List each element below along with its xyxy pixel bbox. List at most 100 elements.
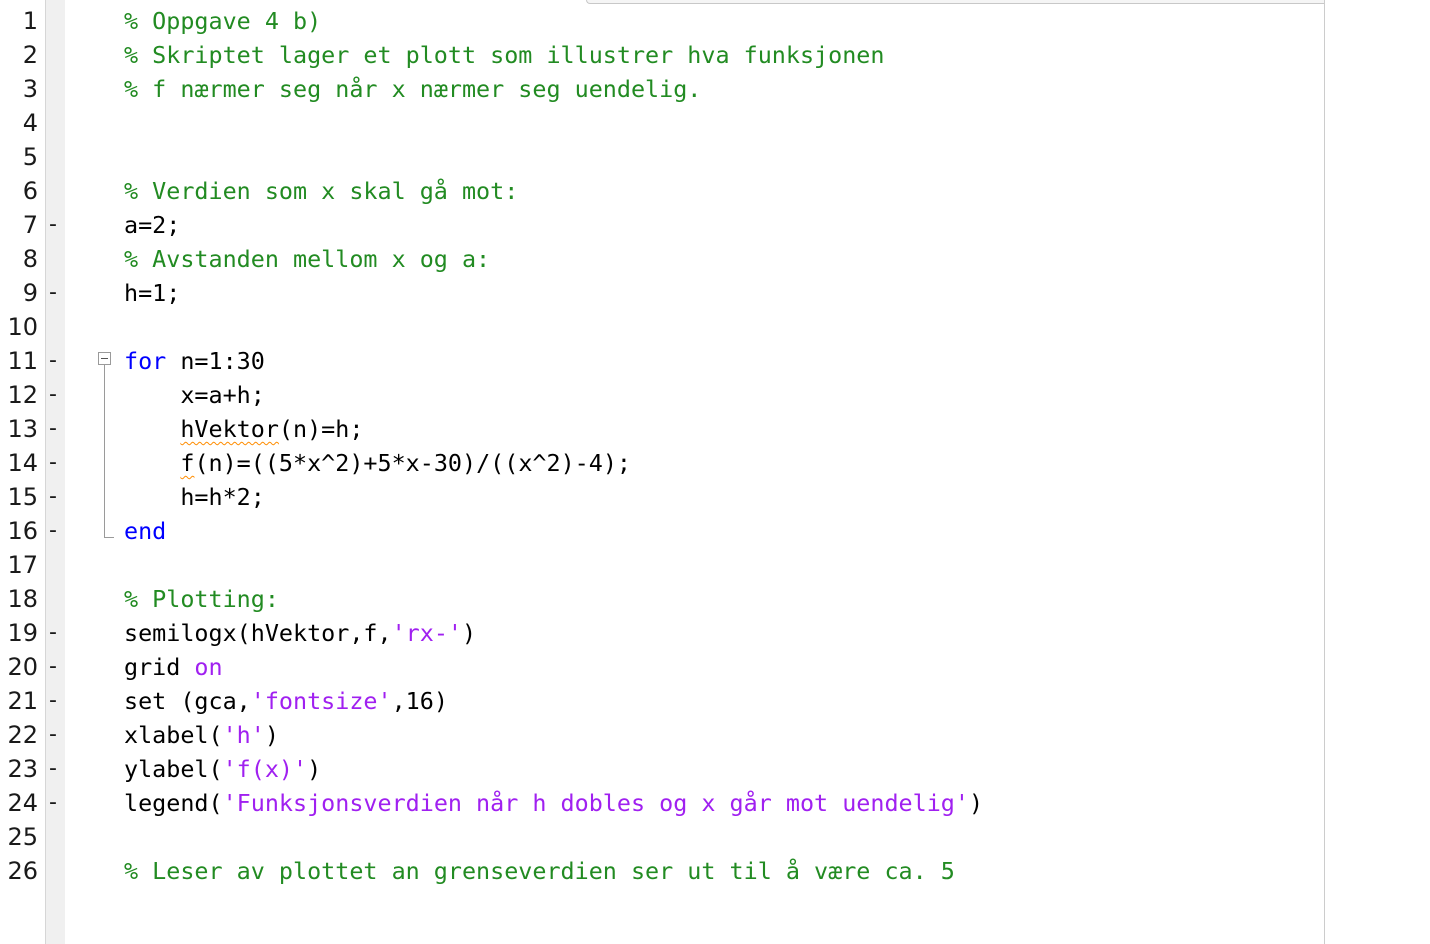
code-line[interactable]: 21- set (gca,'fontsize',16): [0, 684, 1324, 718]
code-text: f(n)=((5*x^2)+5*x-30)/((x^2)-4);: [124, 446, 631, 480]
code-token: (n)=h;: [278, 415, 364, 443]
code-line[interactable]: 6 % Verdien som x skal gå mot:: [0, 174, 1324, 208]
code-line[interactable]: 24- legend('Funksjonsverdien når h dobles…: [0, 786, 1324, 820]
breakpoint-marker[interactable]: -: [49, 208, 61, 242]
code-comment: % Leser av plottet an grenseverdien ser …: [124, 857, 955, 885]
code-text: xlabel('h'): [124, 718, 279, 752]
breakpoint-marker[interactable]: -: [49, 786, 61, 820]
code-string: 'fontsize': [250, 687, 392, 715]
code-line[interactable]: 14- f(n)=((5*x^2)+5*x-30)/((x^2)-4);: [0, 446, 1324, 480]
line-number: 9: [22, 279, 38, 307]
code-text: a=2;: [124, 208, 180, 242]
code-text: for n=1:30: [124, 344, 265, 378]
code-line[interactable]: 2 % Skriptet lager et plott som illustrer…: [0, 38, 1324, 72]
code-text: % Avstanden mellom x og a:: [124, 242, 490, 276]
code-comment: % Verdien som x skal gå mot:: [124, 177, 519, 205]
breakpoint-marker[interactable]: -: [49, 446, 61, 480]
code-token: xlabel(: [124, 721, 223, 749]
code-line[interactable]: 25: [0, 820, 1324, 854]
code-line[interactable]: 13- hVektor(n)=h;: [0, 412, 1324, 446]
code-token: ): [968, 789, 984, 817]
code-line[interactable]: 15- h=h*2;: [0, 480, 1324, 514]
code-line[interactable]: 8 % Avstanden mellom x og a:: [0, 242, 1324, 276]
breakpoint-marker[interactable]: -: [49, 718, 61, 752]
code-text: semilogx(hVektor,f,'rx-'): [124, 616, 476, 650]
code-editor[interactable]: 1 % Oppgave 4 b) 2 % Skriptet lager et plot…: [0, 0, 1430, 944]
line-number: 11: [7, 347, 38, 375]
code-token: (n)=((5*x^2)+5*x-30)/((x^2)-4);: [194, 449, 631, 477]
code-line[interactable]: 3 % f nærmer seg når x nærmer seg uendeli…: [0, 72, 1324, 106]
code-token: h=1;: [124, 279, 181, 307]
code-token: set (gca,: [124, 687, 251, 715]
line-number: 19: [7, 619, 38, 647]
code-text: % Verdien som x skal gå mot:: [124, 174, 518, 208]
code-line[interactable]: 4: [0, 106, 1324, 140]
code-text: ylabel('f(x)'): [124, 752, 321, 786]
breakpoint-marker[interactable]: -: [49, 276, 61, 310]
code-line[interactable]: 7- a=2;: [0, 208, 1324, 242]
code-line[interactable]: 10: [0, 310, 1324, 344]
line-number: 22: [7, 721, 38, 749]
code-token: ,16): [391, 687, 448, 715]
breakpoint-marker[interactable]: -: [49, 480, 61, 514]
line-number: 24: [7, 789, 38, 817]
code-line[interactable]: 22- xlabel('h'): [0, 718, 1324, 752]
line-number: 21: [7, 687, 38, 715]
code-line[interactable]: 12- x=a+h;: [0, 378, 1324, 412]
code-text: h=1;: [124, 276, 180, 310]
code-line[interactable]: 17: [0, 548, 1324, 582]
line-number: 12: [7, 381, 38, 409]
breakpoint-marker[interactable]: -: [49, 412, 61, 446]
line-number: 25: [7, 823, 38, 851]
line-number: 23: [7, 755, 38, 783]
breakpoint-marker[interactable]: -: [49, 514, 61, 548]
breakpoint-marker[interactable]: -: [49, 344, 61, 378]
line-number: 13: [7, 415, 38, 443]
code-line[interactable]: 19- semilogx(hVektor,f,'rx-'): [0, 616, 1324, 650]
line-number: 15: [7, 483, 38, 511]
line-number: 5: [22, 143, 38, 171]
code-line[interactable]: 26 % Leser av plottet an grenseverdien se…: [0, 854, 1324, 888]
breakpoint-marker[interactable]: -: [49, 378, 61, 412]
code-line[interactable]: 20- grid on: [0, 650, 1324, 684]
breakpoint-marker[interactable]: -: [49, 752, 61, 786]
code-string: 'Funksjonsverdien når h dobles og x går …: [222, 789, 969, 817]
code-keyword: end: [124, 517, 167, 545]
code-text: legend('Funksjonsverdien når h dobles og…: [124, 786, 983, 820]
code-text: % Oppgave 4 b): [124, 4, 321, 38]
line-number: 2: [22, 41, 38, 69]
code-comment: % Skriptet lager et plott som illustrer …: [124, 41, 885, 69]
code-text: end: [124, 514, 166, 548]
code-line[interactable]: 16- end: [0, 514, 1324, 548]
code-text: set (gca,'fontsize',16): [124, 684, 448, 718]
code-token: ): [264, 721, 279, 749]
code-text: grid on: [124, 650, 223, 684]
code-string: 'rx-': [391, 619, 462, 647]
line-number: 8: [22, 245, 38, 273]
code-line[interactable]: 18 % Plotting:: [0, 582, 1324, 616]
line-number: 17: [7, 551, 38, 579]
code-string: 'h': [222, 721, 265, 749]
right-margin-line: [1324, 0, 1325, 944]
code-line[interactable]: 1 % Oppgave 4 b): [0, 4, 1324, 38]
line-number: 16: [7, 517, 38, 545]
line-number: 26: [7, 857, 38, 885]
breakpoint-marker[interactable]: -: [49, 616, 61, 650]
code-token: x=a+h;: [124, 381, 265, 409]
code-warning-token: hVektor: [180, 415, 279, 443]
breakpoint-marker[interactable]: -: [49, 684, 61, 718]
code-line[interactable]: 11- for n=1:30: [0, 344, 1324, 378]
breakpoint-marker[interactable]: -: [49, 650, 61, 684]
code-token: ylabel(: [124, 755, 223, 783]
code-text: hVektor(n)=h;: [124, 412, 363, 446]
line-number: 20: [7, 653, 38, 681]
code-line[interactable]: 5: [0, 140, 1324, 174]
code-line[interactable]: 9- h=1;: [0, 276, 1324, 310]
code-line[interactable]: 23- ylabel('f(x)'): [0, 752, 1324, 786]
code-token: a=2;: [124, 211, 181, 239]
code-token: h=h*2;: [124, 483, 265, 511]
line-number: 14: [7, 449, 38, 477]
code-comment: % Avstanden mellom x og a:: [124, 245, 491, 273]
code-string: 'f(x)': [222, 755, 308, 783]
